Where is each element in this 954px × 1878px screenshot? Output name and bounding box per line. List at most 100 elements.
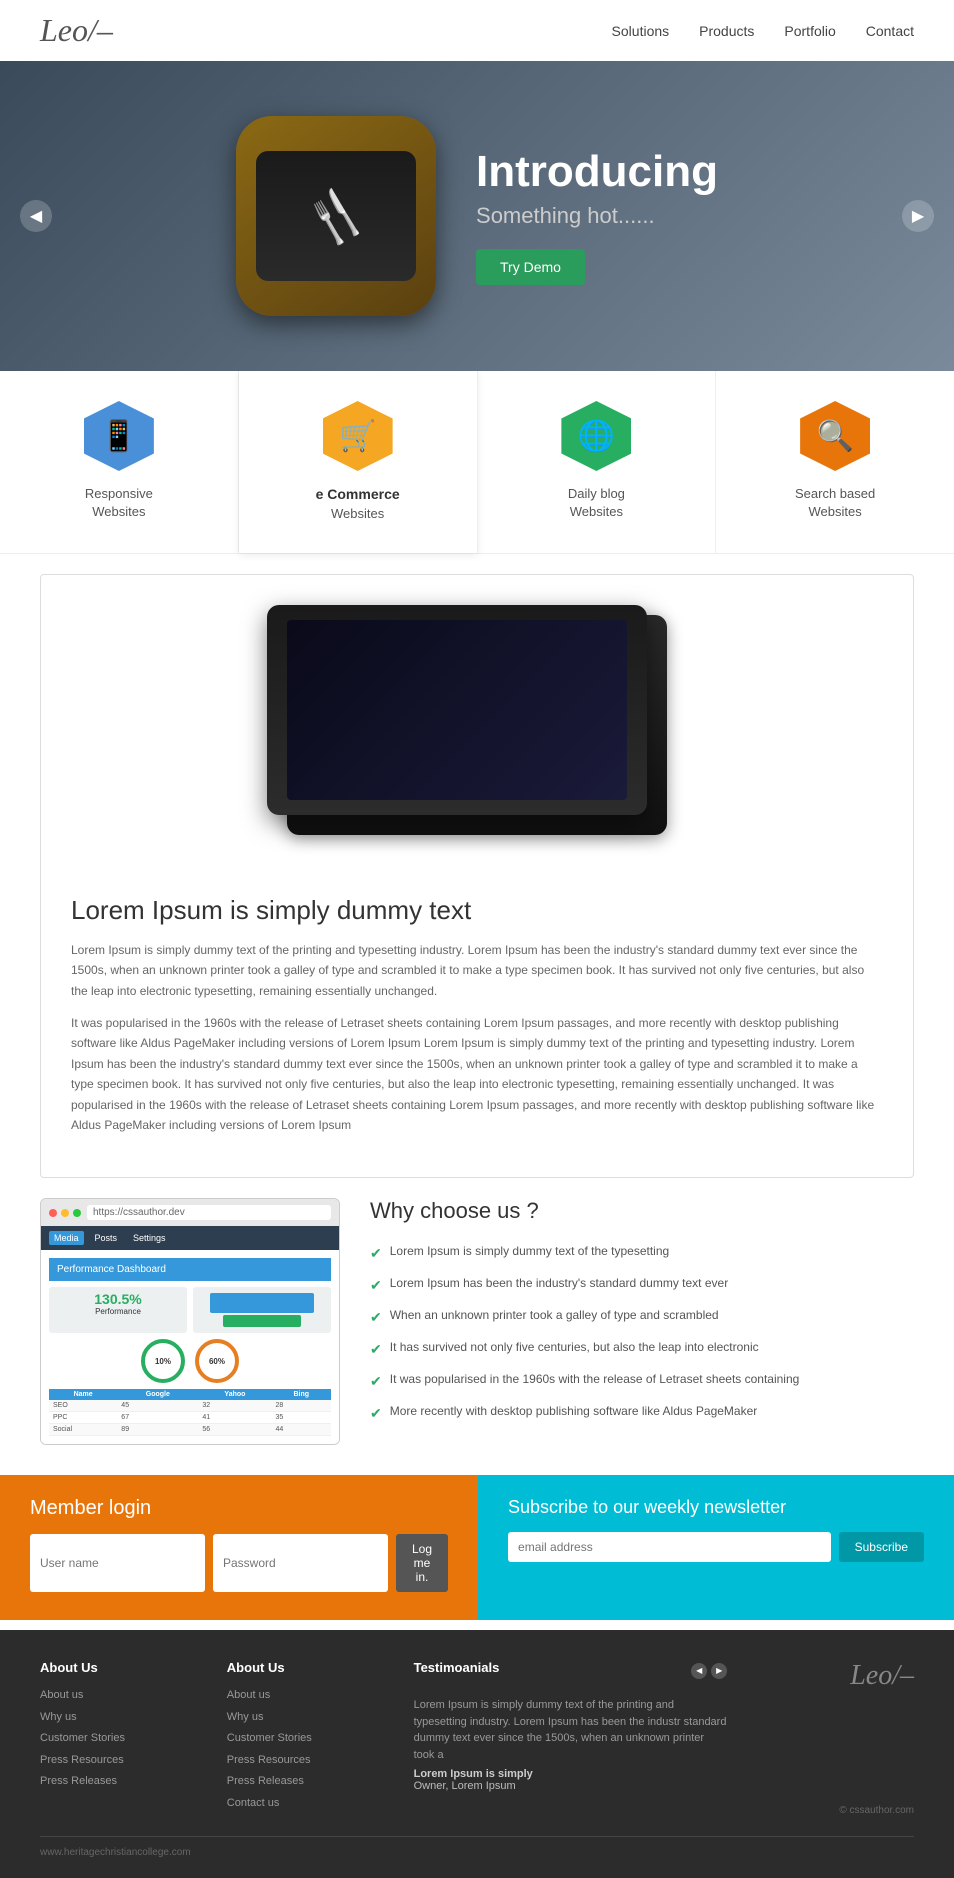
check-icon-3: ✔ — [370, 1307, 382, 1328]
footer-link[interactable]: Press Resources — [227, 1752, 384, 1769]
check-icon-2: ✔ — [370, 1275, 382, 1296]
product-text: Lorem Ipsum is simply dummy text Lorem I… — [71, 895, 883, 1136]
footer-link[interactable]: Press Releases — [40, 1773, 197, 1790]
login-button[interactable]: Log me in. — [396, 1534, 448, 1592]
browser-nav-item3[interactable]: Settings — [128, 1231, 171, 1245]
browser-nav: Media Posts Settings — [41, 1226, 339, 1250]
footer-top: About Us About us Why us Customer Storie… — [40, 1660, 914, 1816]
hero-section: ◀ 🍴 Introducing Something hot...... Try … — [0, 61, 954, 371]
blog-icon: 🌐 — [561, 401, 631, 471]
logo: Leo/– — [40, 12, 113, 49]
footer-link[interactable]: Why us — [40, 1709, 197, 1726]
footer-link[interactable]: About us — [40, 1687, 197, 1704]
why-item-4: ✔It has survived not only five centuries… — [370, 1338, 914, 1360]
header: Leo/– Solutions Products Portfolio Conta… — [0, 0, 954, 61]
why-item-1: ✔Lorem Ipsum is simply dummy text of the… — [370, 1242, 914, 1264]
browser-nav-item[interactable]: Media — [49, 1231, 84, 1245]
circle-stat-1: 10% — [141, 1339, 185, 1383]
footer-link[interactable]: Customer Stories — [227, 1730, 384, 1747]
why-section: https://cssauthor.dev Media Posts Settin… — [40, 1198, 914, 1445]
footer: About Us About us Why us Customer Storie… — [0, 1630, 954, 1878]
feature-search[interactable]: 🔍 Search based Websites — [716, 371, 954, 553]
check-icon-6: ✔ — [370, 1403, 382, 1424]
username-input[interactable] — [30, 1534, 205, 1592]
footer-logo: Leo/– — [850, 1660, 914, 1692]
ecommerce-label: e Commerce Websites — [316, 485, 400, 523]
nav-products[interactable]: Products — [699, 23, 754, 39]
cta-login: Member login Log me in. — [0, 1475, 478, 1620]
hero-icon-inner: 🍴 — [256, 151, 416, 281]
testimonial-role: Owner, Lorem Ipsum — [414, 1780, 516, 1792]
browser-table: NameGoogleYahooBing SEO453228 PPC674135 … — [49, 1389, 331, 1436]
hero-text: Introducing Something hot...... Try Demo — [476, 147, 718, 285]
feature-blog[interactable]: 🌐 Daily blog Websites — [478, 371, 717, 553]
responsive-icon: 📱 — [84, 401, 154, 471]
ecommerce-icon: 🛒 — [323, 401, 393, 471]
stat-number: 130.5% — [53, 1291, 183, 1307]
footer-col2-title: About Us — [227, 1660, 384, 1675]
login-title: Member login — [30, 1497, 448, 1520]
browser-toolbar: https://cssauthor.dev — [41, 1199, 339, 1226]
footer-col-2: About Us About us Why us Customer Storie… — [227, 1660, 384, 1816]
why-item-6: ✔More recently with desktop publishing s… — [370, 1402, 914, 1424]
dashboard-header: Performance Dashboard — [49, 1258, 331, 1281]
stat-box-2 — [193, 1287, 331, 1333]
footer-link[interactable]: Contact us — [227, 1795, 384, 1812]
search-label: Search based Websites — [795, 485, 875, 521]
tablet-screen — [287, 620, 627, 800]
product-para1: Lorem Ipsum is simply dummy text of the … — [71, 940, 883, 1001]
footer-link[interactable]: Press Resources — [40, 1752, 197, 1769]
browser-mockup: https://cssauthor.dev Media Posts Settin… — [40, 1198, 340, 1445]
cta-newsletter: Subscribe to our weekly newsletter Subsc… — [478, 1475, 954, 1620]
circle-stat-2: 60% — [195, 1339, 239, 1383]
cta-section: Member login Log me in. Subscribe to our… — [0, 1475, 954, 1620]
main-nav: Solutions Products Portfolio Contact — [612, 23, 914, 39]
subscribe-button[interactable]: Subscribe — [839, 1532, 924, 1562]
stat-box-1: 130.5% Performance — [49, 1287, 187, 1333]
testimonial-author: Lorem Ipsum is simply Owner, Lorem Ipsum — [414, 1768, 728, 1792]
feature-ecommerce[interactable]: 🛒 e Commerce Websites — [239, 371, 478, 553]
check-icon-4: ✔ — [370, 1339, 382, 1360]
stat-label: Performance — [53, 1307, 183, 1316]
footer-link[interactable]: Why us — [227, 1709, 384, 1726]
email-input[interactable] — [508, 1532, 831, 1562]
why-item-2: ✔Lorem Ipsum has been the industry's sta… — [370, 1274, 914, 1296]
product-image — [71, 605, 883, 865]
browser-traffic-lights — [49, 1209, 81, 1217]
testimonial-next[interactable]: ▶ — [711, 1663, 727, 1679]
check-icon-1: ✔ — [370, 1243, 382, 1264]
footer-bottom: www.heritagechristiancollege.com — [40, 1836, 914, 1858]
hero-content: 🍴 Introducing Something hot...... Try De… — [236, 116, 718, 316]
newsletter-form: Subscribe — [508, 1532, 924, 1562]
bar-chart — [210, 1293, 314, 1313]
hero-cta-button[interactable]: Try Demo — [476, 249, 585, 285]
browser-url-bar[interactable]: https://cssauthor.dev — [87, 1205, 331, 1220]
nav-contact[interactable]: Contact — [866, 23, 914, 39]
hero-prev-button[interactable]: ◀ — [20, 200, 52, 232]
password-input[interactable] — [213, 1534, 388, 1592]
spatula-icon: 🍴 — [296, 176, 376, 255]
footer-link[interactable]: Customer Stories — [40, 1730, 197, 1747]
dashboard-stats: 130.5% Performance — [49, 1287, 331, 1333]
hero-next-button[interactable]: ▶ — [902, 200, 934, 232]
product-title: Lorem Ipsum is simply dummy text — [71, 895, 883, 926]
footer-col-1: About Us About us Why us Customer Storie… — [40, 1660, 197, 1816]
minimize-dot — [61, 1209, 69, 1217]
footer-logo-col: Leo/– © cssauthor.com — [757, 1660, 914, 1816]
feature-responsive[interactable]: 📱 Responsive Websites — [0, 371, 239, 553]
browser-content: Performance Dashboard 130.5% Performance… — [41, 1250, 339, 1444]
testimonial-text: Lorem Ipsum is simply dummy text of the … — [414, 1697, 728, 1763]
nav-solutions[interactable]: Solutions — [612, 23, 670, 39]
testimonial-prev[interactable]: ◀ — [691, 1663, 707, 1679]
footer-link[interactable]: Press Releases — [227, 1773, 384, 1790]
footer-link[interactable]: About us — [227, 1687, 384, 1704]
search-icon: 🔍 — [800, 401, 870, 471]
nav-portfolio[interactable]: Portfolio — [784, 23, 835, 39]
tablet-front — [267, 605, 647, 815]
footer-copyright: © cssauthor.com — [839, 1805, 914, 1816]
why-text: Why choose us ? ✔Lorem Ipsum is simply d… — [370, 1198, 914, 1434]
footer-testimonials: Testimoanials ◀ ▶ Lorem Ipsum is simply … — [414, 1660, 728, 1816]
browser-nav-item2[interactable]: Posts — [90, 1231, 123, 1245]
hero-app-icon: 🍴 — [236, 116, 436, 316]
browser-body: Media Posts Settings Performance Dashboa… — [41, 1226, 339, 1444]
